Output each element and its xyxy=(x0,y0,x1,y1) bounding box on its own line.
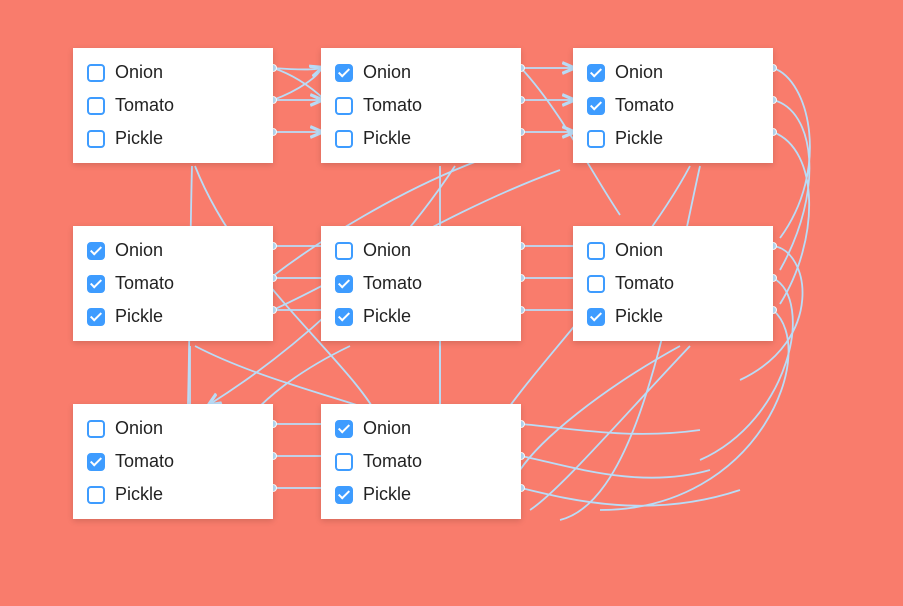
checkbox-icon[interactable] xyxy=(335,420,353,438)
option-row: Pickle xyxy=(87,478,259,507)
option-label: Onion xyxy=(615,62,663,83)
checkbox-icon[interactable] xyxy=(587,242,605,260)
option-row: Tomato xyxy=(335,445,507,478)
option-label: Onion xyxy=(615,240,663,261)
checkbox-icon[interactable] xyxy=(587,130,605,148)
option-label: Pickle xyxy=(363,484,411,505)
checkbox-icon[interactable] xyxy=(87,486,105,504)
checkbox-icon[interactable] xyxy=(335,453,353,471)
option-row: Tomato xyxy=(87,267,259,300)
option-row: Tomato xyxy=(335,89,507,122)
state-card-3[interactable]: Onion Tomato Pickle xyxy=(73,226,273,341)
checkbox-icon[interactable] xyxy=(587,97,605,115)
option-label: Pickle xyxy=(363,128,411,149)
option-row: Onion xyxy=(87,60,259,89)
option-row: Tomato xyxy=(87,89,259,122)
option-label: Pickle xyxy=(115,128,163,149)
checkbox-icon[interactable] xyxy=(335,64,353,82)
option-row: Onion xyxy=(335,416,507,445)
option-row: Onion xyxy=(87,416,259,445)
option-row: Pickle xyxy=(87,122,259,151)
option-label: Tomato xyxy=(615,273,674,294)
state-card-7[interactable]: Onion Tomato Pickle xyxy=(321,404,521,519)
option-label: Onion xyxy=(115,62,163,83)
checkbox-icon[interactable] xyxy=(87,453,105,471)
diagram-canvas: Onion Tomato Pickle Onion Tomato Pickle … xyxy=(0,0,903,606)
state-card-6[interactable]: Onion Tomato Pickle xyxy=(73,404,273,519)
checkbox-icon[interactable] xyxy=(335,97,353,115)
option-label: Tomato xyxy=(615,95,674,116)
checkbox-icon[interactable] xyxy=(87,308,105,326)
state-card-1[interactable]: Onion Tomato Pickle xyxy=(321,48,521,163)
option-row: Pickle xyxy=(335,300,507,329)
option-label: Tomato xyxy=(115,95,174,116)
option-label: Tomato xyxy=(115,451,174,472)
option-label: Pickle xyxy=(115,306,163,327)
option-row: Pickle xyxy=(587,122,759,151)
option-row: Onion xyxy=(335,238,507,267)
option-row: Tomato xyxy=(335,267,507,300)
option-row: Onion xyxy=(587,238,759,267)
checkbox-icon[interactable] xyxy=(587,64,605,82)
checkbox-icon[interactable] xyxy=(587,308,605,326)
option-label: Pickle xyxy=(615,306,663,327)
option-label: Tomato xyxy=(115,273,174,294)
checkbox-icon[interactable] xyxy=(335,130,353,148)
option-label: Pickle xyxy=(363,306,411,327)
option-row: Pickle xyxy=(87,300,259,329)
option-label: Tomato xyxy=(363,451,422,472)
checkbox-icon[interactable] xyxy=(87,97,105,115)
option-label: Pickle xyxy=(115,484,163,505)
option-label: Tomato xyxy=(363,273,422,294)
option-row: Onion xyxy=(87,238,259,267)
option-row: Pickle xyxy=(335,122,507,151)
checkbox-icon[interactable] xyxy=(335,486,353,504)
state-card-0[interactable]: Onion Tomato Pickle xyxy=(73,48,273,163)
option-label: Onion xyxy=(363,62,411,83)
option-label: Onion xyxy=(115,240,163,261)
checkbox-icon[interactable] xyxy=(87,242,105,260)
option-label: Pickle xyxy=(615,128,663,149)
option-label: Tomato xyxy=(363,95,422,116)
state-card-4[interactable]: Onion Tomato Pickle xyxy=(321,226,521,341)
state-card-2[interactable]: Onion Tomato Pickle xyxy=(573,48,773,163)
checkbox-icon[interactable] xyxy=(87,130,105,148)
option-label: Onion xyxy=(115,418,163,439)
checkbox-icon[interactable] xyxy=(87,275,105,293)
option-label: Onion xyxy=(363,240,411,261)
option-row: Onion xyxy=(335,60,507,89)
option-row: Tomato xyxy=(87,445,259,478)
option-row: Pickle xyxy=(335,478,507,507)
checkbox-icon[interactable] xyxy=(335,242,353,260)
option-row: Onion xyxy=(587,60,759,89)
state-card-5[interactable]: Onion Tomato Pickle xyxy=(573,226,773,341)
option-row: Tomato xyxy=(587,267,759,300)
checkbox-icon[interactable] xyxy=(87,64,105,82)
checkbox-icon[interactable] xyxy=(335,308,353,326)
checkbox-icon[interactable] xyxy=(87,420,105,438)
option-label: Onion xyxy=(363,418,411,439)
checkbox-icon[interactable] xyxy=(335,275,353,293)
checkbox-icon[interactable] xyxy=(587,275,605,293)
option-row: Pickle xyxy=(587,300,759,329)
option-row: Tomato xyxy=(587,89,759,122)
